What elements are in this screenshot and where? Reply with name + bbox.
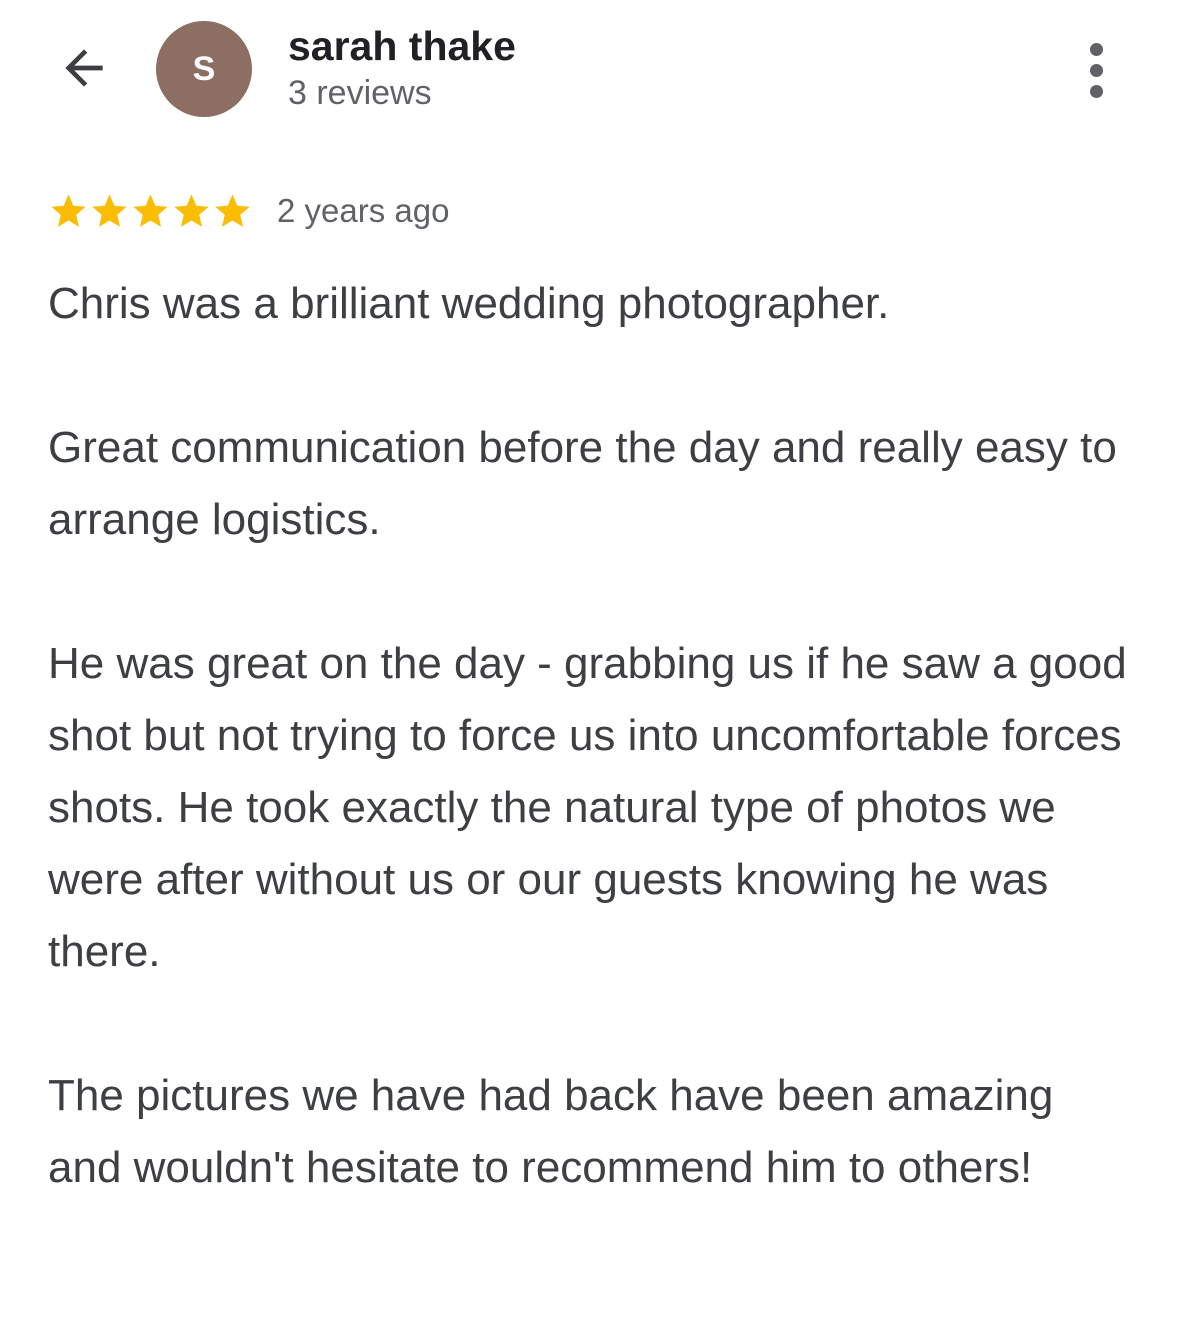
star-icon (130, 191, 171, 232)
review-date: 2 years ago (277, 192, 450, 229)
avatar-initial: S (192, 49, 216, 88)
star-icon (171, 191, 212, 232)
arrow-left-icon (56, 40, 112, 101)
user-name[interactable]: sarah thake (288, 22, 516, 70)
star-icon (212, 191, 253, 232)
review-count: 3 reviews (288, 74, 432, 112)
more-vertical-icon-dot (1089, 84, 1103, 98)
back-button[interactable] (50, 36, 118, 104)
more-vertical-icon (1089, 42, 1103, 56)
review-header: S sarah thake 3 reviews (0, 0, 1179, 140)
star-icon (89, 191, 130, 232)
review-paragraph: He was great on the day - grabbing us if… (48, 639, 1127, 976)
review-paragraph: The pictures we have had back have been … (48, 1071, 1054, 1192)
rating-row: 2 years ago (48, 188, 449, 234)
avatar[interactable]: S (156, 21, 252, 117)
more-options-button[interactable] (1066, 36, 1126, 104)
review-text: Chris was a brilliant wedding photograph… (48, 268, 1138, 1204)
star-icon (48, 191, 89, 232)
review-paragraph: Chris was a brilliant wedding photograph… (48, 279, 890, 328)
review-paragraph: Great communication before the day and r… (48, 423, 1117, 544)
more-vertical-icon-dot (1089, 63, 1103, 77)
star-rating (48, 191, 253, 232)
